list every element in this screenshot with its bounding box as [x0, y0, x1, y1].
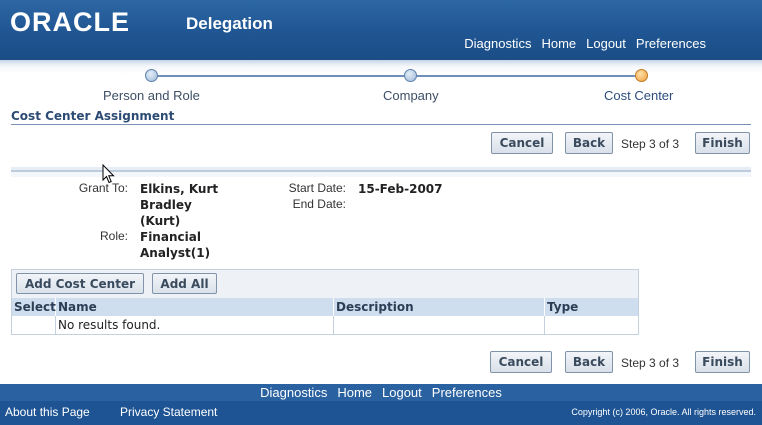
- no-results-message: No results found.: [56, 316, 334, 334]
- table-row: No results found.: [12, 316, 638, 334]
- column-header-select: Select: [14, 298, 56, 316]
- footer-links: Diagnostics Home Logout Preferences: [0, 384, 762, 401]
- section-title: Cost Center Assignment: [11, 109, 175, 123]
- cost-center-table: Add Cost Center Add All Select Name Desc…: [11, 269, 639, 335]
- global-link-diagnostics[interactable]: Diagnostics: [464, 36, 531, 51]
- empty-type-cell: [545, 316, 638, 334]
- train-label-cost-center: Cost Center: [604, 88, 674, 103]
- back-button-bottom[interactable]: Back: [565, 351, 613, 373]
- role-value-line-2: Analyst(1): [140, 246, 211, 260]
- start-date-value: 15-Feb-2007: [358, 182, 443, 196]
- train-stop-company[interactable]: [404, 69, 417, 82]
- table-toolbar: Add Cost Center Add All: [12, 270, 638, 298]
- about-this-page-link[interactable]: About this Page: [5, 405, 90, 419]
- train-label-person-and-role[interactable]: Person and Role: [103, 88, 200, 103]
- train-stop-person-and-role[interactable]: [145, 69, 158, 82]
- footer-link-diagnostics[interactable]: Diagnostics: [260, 384, 327, 401]
- info-band: [11, 167, 751, 177]
- grant-to-value-line-1: Elkins, Kurt: [140, 182, 219, 196]
- cancel-button-top[interactable]: Cancel: [491, 132, 553, 154]
- copyright-text: Copyright (c) 2006, Oracle. All rights r…: [571, 407, 756, 417]
- finish-button-bottom[interactable]: Finish: [695, 351, 750, 373]
- cancel-button-bottom[interactable]: Cancel: [490, 351, 552, 373]
- global-link-home[interactable]: Home: [541, 36, 576, 51]
- section-divider: [11, 124, 751, 125]
- train-connector: [151, 75, 641, 77]
- privacy-statement-link[interactable]: Privacy Statement: [120, 405, 217, 419]
- empty-description-cell: [334, 316, 545, 334]
- oracle-logo: ORACLE: [10, 7, 130, 37]
- start-date-label: Start Date:: [288, 181, 346, 195]
- train-stop-cost-center: [635, 69, 648, 82]
- global-links: Diagnostics Home Logout Preferences: [464, 36, 706, 51]
- empty-select-cell: [12, 316, 56, 334]
- footer-link-preferences[interactable]: Preferences: [432, 384, 502, 401]
- column-header-type[interactable]: Type: [545, 298, 638, 316]
- role-label: Role:: [99, 229, 128, 243]
- global-link-logout[interactable]: Logout: [586, 36, 626, 51]
- table-header: Select Name Description Type: [12, 298, 638, 316]
- grant-to-value-line-3: (Kurt): [140, 214, 181, 228]
- finish-button-top[interactable]: Finish: [695, 132, 750, 154]
- add-all-button[interactable]: Add All: [152, 273, 217, 294]
- train-label-company[interactable]: Company: [383, 88, 439, 103]
- column-header-description[interactable]: Description: [334, 298, 545, 316]
- end-date-label: End Date:: [292, 197, 346, 211]
- mouse-pointer-icon: [102, 164, 115, 184]
- step-indicator-bottom: Step 3 of 3: [621, 356, 680, 370]
- add-cost-center-button[interactable]: Add Cost Center: [16, 273, 144, 294]
- role-value-line-1: Financial: [140, 230, 201, 244]
- step-indicator-top: Step 3 of 3: [621, 137, 680, 151]
- footer-link-home[interactable]: Home: [337, 384, 372, 401]
- app-title: Delegation: [186, 14, 273, 33]
- footer-link-logout[interactable]: Logout: [382, 384, 422, 401]
- page-header: ORACLE Delegation Diagnostics Home Logou…: [0, 0, 762, 60]
- grant-to-value-line-2: Bradley: [140, 198, 192, 212]
- global-link-preferences[interactable]: Preferences: [636, 36, 706, 51]
- back-button-top[interactable]: Back: [565, 132, 613, 154]
- column-header-name[interactable]: Name: [56, 298, 334, 316]
